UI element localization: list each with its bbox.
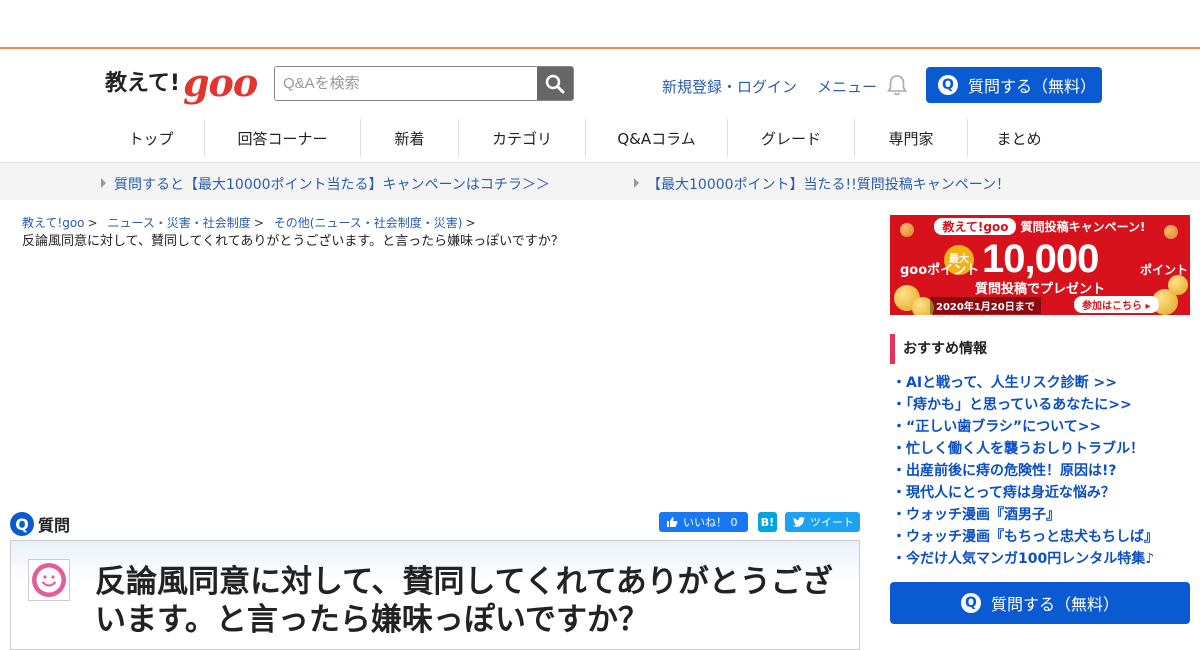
twitter-bird-icon bbox=[793, 517, 805, 527]
recommend-link[interactable]: ・忙しく働く人を襲うおしりトラブル！ bbox=[892, 441, 1144, 457]
bell-icon[interactable] bbox=[886, 73, 908, 97]
banner-points-unit: ポイント bbox=[1140, 263, 1189, 277]
top-strip bbox=[0, 0, 1200, 49]
banner-deadline: 2020年1月20日まで bbox=[930, 297, 1041, 314]
banner-join-button[interactable]: 参加はこちら ▸ bbox=[1074, 296, 1159, 313]
recommend-list: ・AIと戦って、人生リスク診断 >> ・「痔かも」と思っているあなたに>> ・“… bbox=[892, 372, 1158, 570]
list-item[interactable]: ・ウォッチ漫画『もちっと忠犬もちしば』 bbox=[892, 526, 1158, 548]
list-item[interactable]: ・「痔かも」と思っているあなたに>> bbox=[892, 394, 1158, 416]
triangle-icon bbox=[634, 178, 639, 188]
banner-present-text: 質問投稿でプレゼント bbox=[974, 282, 1105, 297]
list-item[interactable]: ・現代人にとって痔は身近な悩み？ bbox=[892, 482, 1158, 504]
hatena-label: B! bbox=[760, 515, 775, 529]
ask-question-button[interactable]: Q 質問する（無料） bbox=[926, 67, 1102, 103]
list-item[interactable]: ・AIと戦って、人生リスク診断 >> bbox=[892, 372, 1158, 394]
q-icon: Q bbox=[938, 75, 958, 95]
logo-text: 教えて! bbox=[105, 71, 180, 96]
search-box bbox=[274, 66, 574, 101]
goo-logo-mark: goo bbox=[182, 60, 258, 105]
banner-amount: 10,000 bbox=[982, 237, 1099, 281]
campaign-banner[interactable]: 教えて!goo 質問投稿キャンペーン! 最大 gooポイント 10,000 ポイ… bbox=[890, 215, 1190, 315]
nav-item-answer-corner[interactable]: 回答コーナー bbox=[205, 119, 361, 157]
like-label: いいね！ 0 bbox=[683, 516, 738, 529]
site-logo[interactable]: 教えて! goo bbox=[105, 60, 258, 105]
nav-item-grade[interactable]: グレード bbox=[728, 119, 855, 157]
breadcrumb-current: 反論風同意に対して、賛同してくれてありがとうございます。と言ったら嫌味っぽいです… bbox=[22, 234, 564, 249]
recommend-link[interactable]: ・“正しい歯ブラシ”について>> bbox=[892, 419, 1101, 435]
recommend-link[interactable]: ・現代人にとって痔は身近な悩み？ bbox=[892, 485, 1115, 501]
breadcrumb: 教えて!goo > ニュース・災害・社会制度 > その他(ニュース・社会制度・災害)… bbox=[22, 215, 482, 231]
campaign-bar: 質問すると【最大10000ポイント当たる】キャンペーンはコチラ＞＞ 【最大100… bbox=[0, 162, 1200, 200]
list-item[interactable]: ・ウォッチ漫画『酒男子』 bbox=[892, 504, 1158, 526]
facebook-like-button[interactable]: いいね！ 0 bbox=[659, 512, 748, 532]
question-section-label: Q 質問 bbox=[10, 512, 70, 536]
triangle-icon bbox=[101, 178, 106, 188]
smiley-avatar-icon bbox=[32, 563, 66, 597]
recommend-link[interactable]: ・AIと戦って、人生リスク診断 >> bbox=[892, 375, 1117, 391]
nav-item-new[interactable]: 新着 bbox=[361, 119, 459, 157]
recommend-heading: おすすめ情報 bbox=[890, 334, 1190, 364]
banner-heading-campaign: 質問投稿キャンペーン! bbox=[1020, 220, 1146, 234]
sidebar-ask-label: 質問する（無料） bbox=[990, 595, 1119, 614]
tweet-label: ツイート bbox=[810, 516, 854, 529]
nav-item-qa-column[interactable]: Q&Aコラム bbox=[586, 119, 728, 157]
q-icon: Q bbox=[960, 593, 981, 613]
search-input[interactable] bbox=[275, 67, 538, 100]
sidebar-ask-question-button[interactable]: Q 質問する（無料） bbox=[890, 582, 1190, 624]
q-icon: Q bbox=[10, 512, 34, 536]
thumbs-up-icon bbox=[667, 517, 678, 527]
search-button[interactable] bbox=[537, 67, 573, 100]
banner-heading-brand: goo bbox=[983, 220, 1009, 234]
ask-question-label: 質問する（無料） bbox=[968, 77, 1097, 96]
breadcrumb-item[interactable]: 教えて!goo bbox=[22, 216, 85, 230]
nav-item-top[interactable]: トップ bbox=[98, 119, 205, 157]
breadcrumb-separator: > bbox=[465, 216, 476, 230]
recommend-link[interactable]: ・今だけ人気マンガ100円レンタル特集♪ bbox=[892, 551, 1154, 567]
breadcrumb-separator: > bbox=[87, 216, 98, 230]
campaign-right-label: 【最大10000ポイント】当たる!!質問投稿キャンペーン！ bbox=[647, 177, 1011, 193]
recommend-link[interactable]: ・出産前後に痔の危険性！原因は!? bbox=[892, 463, 1117, 479]
question-box: 反論風同意に対して、賛同してくれてありがとうございます。と言ったら嫌味っぽいです… bbox=[10, 540, 860, 650]
list-item[interactable]: ・“正しい歯ブラシ”について>> bbox=[892, 416, 1158, 438]
tweet-button[interactable]: ツイート bbox=[785, 512, 860, 532]
main-nav: トップ 回答コーナー 新着 カテゴリ Q&Aコラム グレード 専門家 まとめ bbox=[98, 119, 1070, 157]
menu-link[interactable]: メニュー bbox=[817, 76, 877, 97]
campaign-link-left[interactable]: 質問すると【最大10000ポイント当たる】キャンペーンはコチラ＞＞ bbox=[101, 174, 550, 194]
nav-item-matome[interactable]: まとめ bbox=[968, 119, 1070, 157]
avatar[interactable] bbox=[28, 559, 70, 601]
list-item[interactable]: ・忙しく働く人を襲うおしりトラブル！ bbox=[892, 438, 1158, 460]
breadcrumb-item[interactable]: ニュース・災害・社会制度 bbox=[107, 216, 250, 230]
site-header: 教えて! goo 新規登録・ログイン メニュー Q 質問する（無料） bbox=[0, 49, 1200, 119]
question-title: 反論風同意に対して、賛同してくれてありがとうございます。と言ったら嫌味っぽいです… bbox=[95, 564, 833, 638]
nav-item-expert[interactable]: 専門家 bbox=[855, 119, 968, 157]
search-icon bbox=[545, 74, 565, 93]
banner-heading-text: 教えて! bbox=[942, 220, 984, 234]
banner-heading: 教えて!goo 質問投稿キャンペーン! bbox=[890, 218, 1190, 235]
banner-goo-points: gooポイント bbox=[900, 263, 980, 278]
list-item[interactable]: ・出産前後に痔の危険性！原因は!? bbox=[892, 460, 1158, 482]
breadcrumb-separator: > bbox=[253, 216, 264, 230]
campaign-link-right[interactable]: 【最大10000ポイント】当たる!!質問投稿キャンペーン！ bbox=[634, 174, 1010, 194]
nav-item-category[interactable]: カテゴリ bbox=[459, 119, 586, 157]
login-link[interactable]: 新規登録・ログイン bbox=[662, 76, 797, 97]
recommend-link[interactable]: ・ウォッチ漫画『もちっと忠犬もちしば』 bbox=[892, 529, 1158, 545]
list-item[interactable]: ・今だけ人気マンガ100円レンタル特集♪ bbox=[892, 548, 1158, 570]
campaign-left-label: 質問すると【最大10000ポイント当たる】キャンペーンはコチラ＞＞ bbox=[114, 177, 550, 193]
question-label-text: 質問 bbox=[38, 516, 71, 535]
recommend-link[interactable]: ・「痔かも」と思っているあなたに>> bbox=[892, 397, 1132, 413]
hatena-bookmark-button[interactable]: B! bbox=[758, 512, 777, 532]
recommend-link[interactable]: ・ウォッチ漫画『酒男子』 bbox=[892, 507, 1060, 523]
header-links: 新規登録・ログイン メニュー bbox=[662, 76, 877, 97]
breadcrumb-item[interactable]: その他(ニュース・社会制度・災害) bbox=[274, 216, 463, 230]
